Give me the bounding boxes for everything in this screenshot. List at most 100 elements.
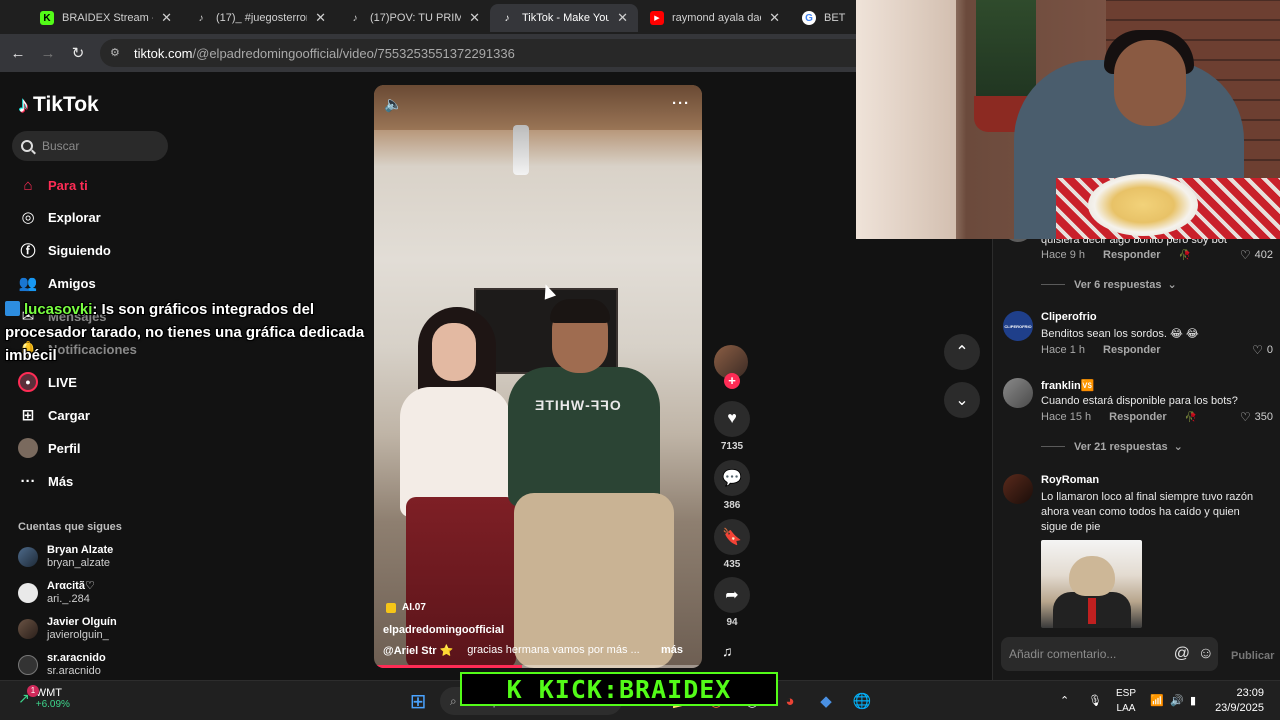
caption-mention[interactable]: @Ariel Str ⭐ [383,644,453,657]
caption-more-button[interactable]: más [661,644,683,656]
tab-beti-la[interactable]: G BETI LA [792,4,856,32]
reply-button[interactable]: Responder [1103,249,1160,261]
publish-button[interactable]: Publicar [1231,650,1274,662]
app-diamond-icon[interactable]: ◆ [814,689,838,713]
sidebar-item-live[interactable]: ● LIVE [18,370,77,394]
notification-count: 1 [27,685,39,697]
reply-button[interactable]: Responder [1103,344,1160,356]
sidebar-item-perfil[interactable]: Perfil [18,436,81,460]
emoji-icon[interactable]: ☺ [1198,645,1214,663]
sidebar-item-amigos[interactable]: 👥 Amigos [18,271,96,295]
avatar [18,655,38,675]
comments-panel: quisiera decir algo bonito pero soy bot … [992,232,1280,680]
more-options-icon[interactable]: ··· [672,95,690,112]
following-account[interactable]: Javier Olguín javierolguin_ [18,614,117,644]
sidebar-item-siguiendo[interactable]: ⓕ Siguiendo [18,238,110,262]
previous-video-button[interactable]: ⌃ [944,334,980,370]
close-tab-icon[interactable]: ✕ [161,10,172,26]
comment-username[interactable]: RoyRoman [1041,474,1099,486]
avatar[interactable] [1003,378,1033,408]
music-disc-icon[interactable]: ♫ [722,643,742,663]
tiktok-logo[interactable]: ♪ TikTok [18,92,99,118]
tray-chevron-icon[interactable]: ⌃ [1060,680,1069,720]
tiktok-icon: ♪ [352,12,358,24]
following-icon: ⓕ [20,242,36,260]
sidebar-item-para-ti[interactable]: ⌂ Para ti [18,173,87,197]
microphone-icon[interactable]: 🎙 [1088,680,1102,720]
avatar[interactable]: CLIPEROFRIO [1003,311,1033,341]
chrome-icon[interactable]: ◕ [778,689,802,713]
speaker-icon[interactable]: 🔊 [1170,680,1184,720]
comment-username[interactable]: franklin🆚 [1041,379,1094,392]
comment-input[interactable]: Añadir comentario... @ ☺ [1001,637,1218,671]
save-button[interactable]: 🔖 [714,519,750,555]
comment-like-button[interactable]: ♡ 0 [1252,343,1273,357]
kick-channel-banner: K KICK:BRAIDEX [460,672,778,706]
close-tab-icon[interactable]: ✕ [769,10,780,26]
video-progress-bar[interactable] [374,665,702,668]
video-caption: @Ariel Str ⭐ gracias hermana vamos por m… [383,644,683,657]
heart-outline-icon: ♡ [1239,248,1251,262]
comment-icon: 💬 [722,470,742,487]
tiktok-note-icon: ♪ [18,92,29,117]
comment-text: Cuando estará disponible para los bots? [1041,395,1238,407]
windows-start-icon[interactable]: ⊞ [406,689,430,713]
home-icon: ⌂ [23,176,33,194]
close-tab-icon[interactable]: ✕ [469,10,480,26]
stream-chat-message: lucasovki: Is son gráficos integrados de… [5,298,370,367]
save-count: 435 [723,559,741,570]
video-frame-lamp [513,125,529,175]
close-tab-icon[interactable]: ✕ [315,10,326,26]
comment-username[interactable]: Cliperofrio [1041,311,1097,323]
youtube-icon: ▶ [650,11,664,25]
comment-button[interactable]: 💬 [714,460,750,496]
share-arrow-icon: ➦ [725,587,739,604]
chevron-down-icon: ⌄ [1167,279,1177,291]
following-account[interactable]: sr.aracnido sr.aracnido [18,650,106,680]
chat-username: lucasovki [24,301,93,318]
heart-icon: ♥ [727,410,737,427]
search-icon [21,140,33,152]
reload-icon[interactable]: ↻ [67,42,89,64]
share-button[interactable]: ➦ [714,577,750,613]
upload-icon: ⊞ [21,407,35,424]
view-replies-button[interactable]: Ver 21 respuestas ⌄ [1041,440,1183,453]
next-video-button[interactable]: ⌄ [944,382,980,418]
follow-plus-button[interactable]: + [724,373,740,389]
wifi-icon[interactable]: 📶 [1150,680,1164,720]
stock-widget[interactable]: ↗ 1 WMT +6.09% [18,685,70,710]
taskbar-clock[interactable]: 23:09 23/9/2025 [1210,686,1264,716]
tab-braidex-stream[interactable]: K BRAIDEX Stream - W ✕ [30,4,182,32]
back-arrow-icon[interactable]: ← [7,42,29,64]
tab-raymond-ayala[interactable]: ▶ raymond ayala dadd ✕ [640,4,790,32]
video-player[interactable]: OFF-WHITE 🔈 ··· AI.07 elpadredomingooffi… [374,85,702,668]
left-sidebar: ♪ TikTok Buscar ⌂ Para ti ◎ Explorar ⓕ S… [0,72,180,680]
video-author[interactable]: elpadredomingoofficial [383,624,504,636]
following-account[interactable]: Arαcitã♡ ari._.284 [18,578,95,608]
view-replies-button[interactable]: Ver 6 respuestas ⌄ [1041,278,1177,291]
sidebar-item-mas[interactable]: ··· Más [18,469,74,493]
tab-juegosterror[interactable]: ♪ (17)_ #juegosterror # ✕ [184,4,336,32]
sidebar-item-cargar[interactable]: ⊞ Cargar [18,403,90,427]
forward-arrow-icon[interactable]: → [37,42,59,64]
globe-icon[interactable]: 🌐 [850,689,874,713]
language-indicator[interactable]: ESP LAA [1112,686,1140,716]
tab-tiktok-active[interactable]: ♪ TikTok - Make Your D ✕ [490,4,638,32]
reply-button[interactable]: Responder [1109,411,1166,423]
mention-icon[interactable]: @ [1174,645,1190,663]
bookmark-icon: 🔖 [722,529,742,546]
comment-like-button[interactable]: ♡ 350 [1240,410,1273,424]
avatar [18,619,38,639]
close-tab-icon[interactable]: ✕ [617,10,628,26]
profile-icon [18,438,38,458]
volume-icon[interactable]: 🔈 [384,95,403,113]
search-input[interactable]: Buscar [12,131,168,161]
avatar[interactable] [1003,474,1033,504]
like-button[interactable]: ♥ [714,401,750,437]
sidebar-item-explorar[interactable]: ◎ Explorar [18,205,100,229]
site-info-icon[interactable]: ⚙ [110,46,124,60]
following-account[interactable]: Bryan Alzate bryan_alzate [18,542,113,572]
comment-like-button[interactable]: ♡ 402 [1240,248,1273,262]
tab-pov-tu-primer[interactable]: ♪ (17)POV: TU PRIMER ✕ [338,4,490,32]
battery-icon[interactable]: ▮ [1190,680,1196,720]
